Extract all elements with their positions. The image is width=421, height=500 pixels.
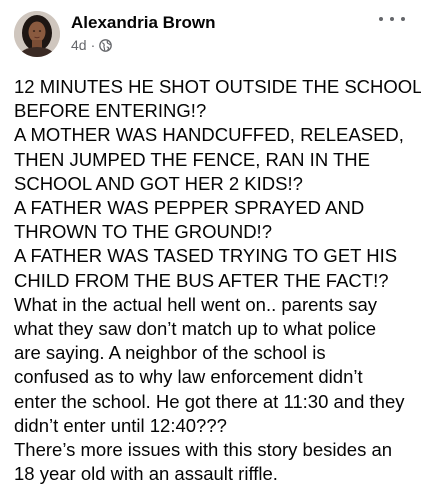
author-name[interactable]: Alexandria Brown [71,13,216,33]
post-text-line: what they saw don’t match up to what pol… [14,318,376,340]
post-text-line: THROWN TO THE GROUND!? [14,221,272,243]
post-text-line: enter the school. He got there at 11:30 … [14,390,405,412]
post-text-line: BEFORE ENTERING!? [14,100,207,122]
post-text-line: 12 MINUTES HE SHOT OUTSIDE THE SCHOOL [14,76,421,97]
more-options-icon[interactable] [379,12,405,26]
post-text: 12 MINUTES HE SHOT OUTSIDE THE SCHOOL BEF… [14,75,421,486]
post-text-line: THEN JUMPED THE FENCE, RAN IN THE [14,148,370,170]
post-text-line: What in the actual hell went on.. parent… [14,293,378,315]
post-text-line: are saying. A neighbor of the school is [14,342,326,364]
facebook-post: Alexandria Brown 4d · 12 MINUTES HE SHOT… [0,0,421,500]
post-text-line: SCHOOL AND GOT HER 2 KIDS!? [14,172,303,194]
post-text-line: 18 year old with an assault riffle. [14,463,278,485]
globe-icon[interactable] [99,38,113,52]
post-text-line: confused as to why law enforcement didn’… [14,366,363,388]
post-text-line: A MOTHER WAS HANDCUFFED, RELEASED, [14,124,404,146]
more-dot [401,17,405,21]
post-meta: 4d · [71,37,113,53]
more-dot [379,17,383,21]
post-time[interactable]: 4d [71,37,87,53]
post-text-line: didn’t enter until 12:40??? [14,414,227,436]
profile-photo [14,11,60,57]
post-text-line: CHILD FROM THE BUS AFTER THE FACT!? [14,269,389,291]
post-text-line: There’s more issues with this story besi… [14,439,393,461]
post-text-line: A FATHER WAS PEPPER SPRAYED AND [14,197,365,219]
post-header: Alexandria Brown 4d · [14,10,409,58]
avatar[interactable] [14,11,60,57]
post-text-line: A FATHER WAS TASED TRYING TO GET HIS [14,245,398,267]
meta-separator: · [90,37,96,53]
more-dot [390,17,394,21]
